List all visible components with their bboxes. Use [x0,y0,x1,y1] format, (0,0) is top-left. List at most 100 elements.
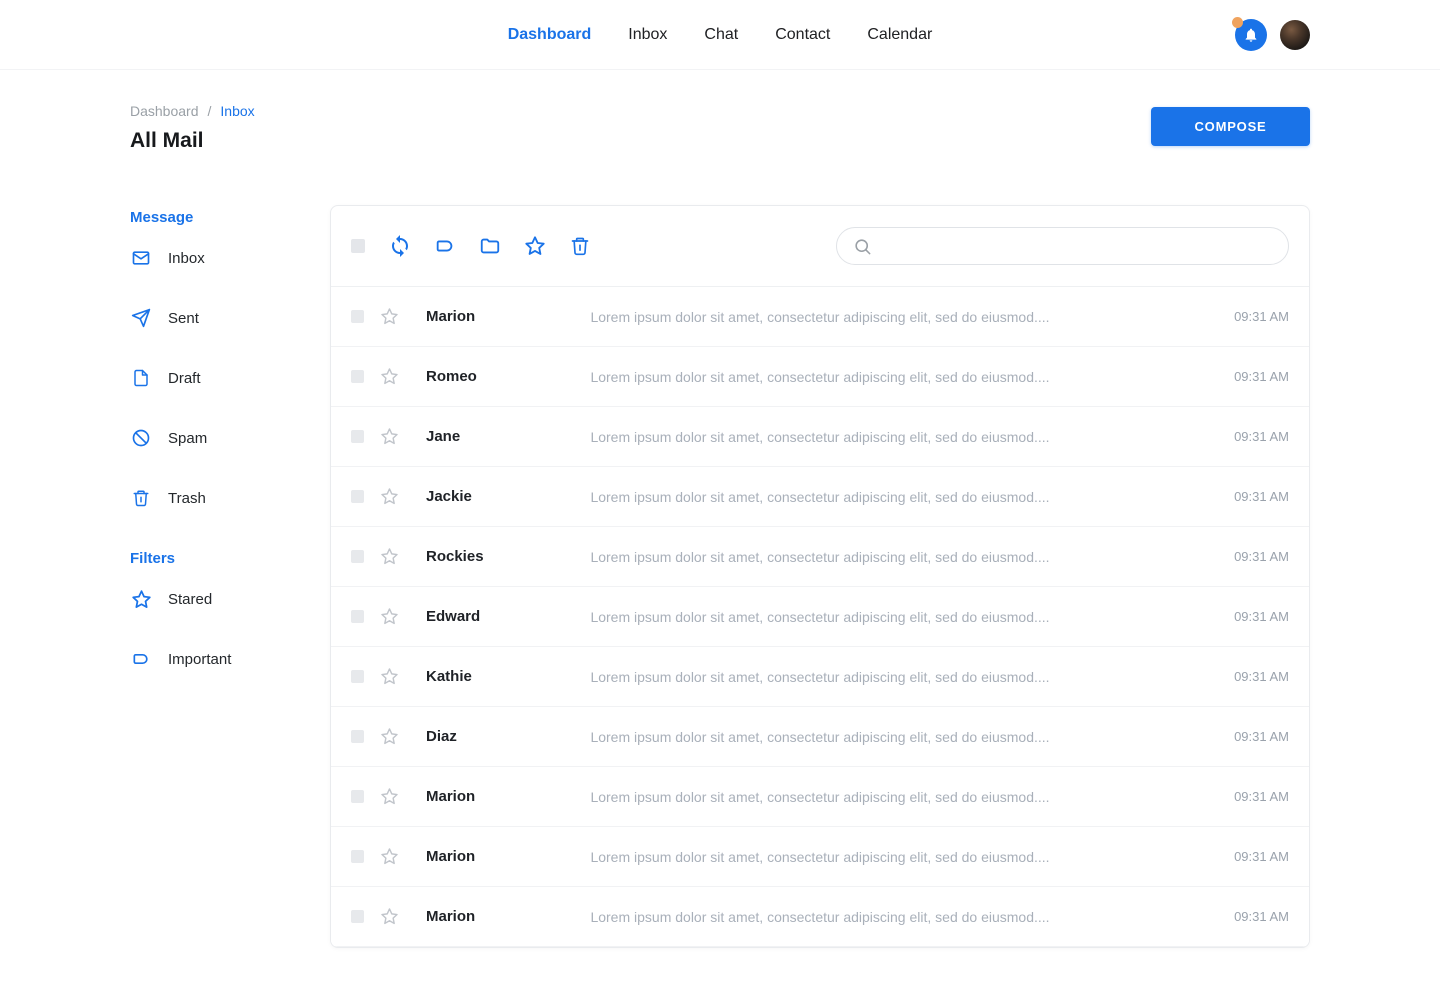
star-icon[interactable] [379,487,399,507]
mail-row[interactable]: Rockies Lorem ipsum dolor sit amet, cons… [331,527,1309,587]
search-input[interactable] [882,238,1272,254]
star-icon[interactable] [379,607,399,627]
mail-sender: Marion [426,908,576,925]
sidebar-section-message: Message [130,207,330,228]
row-checkbox[interactable] [351,730,364,743]
sidebar-item-inbox[interactable]: Inbox [130,228,330,288]
nav-contact[interactable]: Contact [775,26,830,44]
paper-plane-icon [130,307,152,329]
search-box[interactable] [836,227,1289,265]
row-checkbox[interactable] [351,610,364,623]
select-all-checkbox[interactable] [351,239,365,253]
star-icon[interactable] [379,907,399,927]
mail-time: 09:31 AM [1234,309,1289,324]
sidebar-item-spam[interactable]: Spam [130,408,330,468]
mail-preview: Lorem ipsum dolor sit amet, consectetur … [590,309,1049,325]
user-avatar[interactable] [1280,20,1310,50]
mail-row[interactable]: Jackie Lorem ipsum dolor sit amet, conse… [331,467,1309,527]
notifications-button[interactable] [1235,19,1267,51]
mail-time: 09:31 AM [1234,789,1289,804]
mail-panel: Marion Lorem ipsum dolor sit amet, conse… [330,205,1310,948]
breadcrumb-separator: / [208,103,212,119]
mail-row[interactable]: Marion Lorem ipsum dolor sit amet, conse… [331,827,1309,887]
document-icon [130,367,152,389]
star-icon[interactable] [379,307,399,327]
sidebar-item-draft[interactable]: Draft [130,348,330,408]
breadcrumb-inbox[interactable]: Inbox [220,103,254,119]
breadcrumb-dashboard[interactable]: Dashboard [130,103,199,119]
sidebar: Message Inbox Sent [130,205,330,689]
mail-time: 09:31 AM [1234,609,1289,624]
mail-preview: Lorem ipsum dolor sit amet, consectetur … [590,669,1049,685]
label-icon [434,235,456,257]
sidebar-item-trash[interactable]: Trash [130,468,330,528]
app-bar: Dashboard Inbox Chat Contact Calendar [0,0,1440,70]
mail-time: 09:31 AM [1234,429,1289,444]
mail-row[interactable]: Marion Lorem ipsum dolor sit amet, conse… [331,767,1309,827]
star-button[interactable] [523,234,547,258]
move-to-folder-button[interactable] [478,234,502,258]
row-checkbox[interactable] [351,850,364,863]
mail-preview: Lorem ipsum dolor sit amet, consectetur … [590,849,1049,865]
row-checkbox[interactable] [351,550,364,563]
mail-time: 09:31 AM [1234,549,1289,564]
mail-row[interactable]: Edward Lorem ipsum dolor sit amet, conse… [331,587,1309,647]
row-checkbox[interactable] [351,910,364,923]
row-checkbox[interactable] [351,490,364,503]
mail-preview: Lorem ipsum dolor sit amet, consectetur … [590,909,1049,925]
sidebar-item-label: Inbox [168,250,205,267]
breadcrumb: Dashboard / Inbox [130,103,255,119]
sidebar-item-sent[interactable]: Sent [130,288,330,348]
main-nav: Dashboard Inbox Chat Contact Calendar [508,26,933,44]
label-icon [130,648,152,670]
star-icon[interactable] [379,367,399,387]
mail-row[interactable]: Marion Lorem ipsum dolor sit amet, conse… [331,287,1309,347]
star-icon[interactable] [379,847,399,867]
mail-time: 09:31 AM [1234,669,1289,684]
search-icon [853,237,872,256]
star-icon[interactable] [379,727,399,747]
label-button[interactable] [433,234,457,258]
mail-row[interactable]: Marion Lorem ipsum dolor sit amet, conse… [331,887,1309,947]
mail-sender: Edward [426,608,576,625]
trash-icon [130,487,152,509]
row-checkbox[interactable] [351,430,364,443]
refresh-button[interactable] [388,234,412,258]
compose-button[interactable]: COMPOSE [1151,107,1310,146]
mail-row[interactable]: Diaz Lorem ipsum dolor sit amet, consect… [331,707,1309,767]
envelope-icon [130,247,152,269]
mail-sender: Jane [426,428,576,445]
mail-sender: Diaz [426,728,576,745]
nav-inbox[interactable]: Inbox [628,26,667,44]
mail-preview: Lorem ipsum dolor sit amet, consectetur … [590,729,1049,745]
row-checkbox[interactable] [351,670,364,683]
nav-calendar[interactable]: Calendar [867,26,932,44]
star-icon[interactable] [379,667,399,687]
mail-toolbar [331,206,1309,287]
mail-row[interactable]: Romeo Lorem ipsum dolor sit amet, consec… [331,347,1309,407]
star-icon[interactable] [379,427,399,447]
mail-row[interactable]: Kathie Lorem ipsum dolor sit amet, conse… [331,647,1309,707]
refresh-icon [388,234,412,258]
sidebar-item-important[interactable]: Important [130,629,330,689]
mail-row[interactable]: Jane Lorem ipsum dolor sit amet, consect… [331,407,1309,467]
sidebar-item-label: Trash [168,490,206,507]
star-icon[interactable] [379,787,399,807]
mail-preview: Lorem ipsum dolor sit amet, consectetur … [590,789,1049,805]
sidebar-item-label: Important [168,651,231,668]
sidebar-section-filters: Filters [130,548,330,569]
trash-icon [570,235,590,257]
notification-badge [1232,17,1243,28]
row-checkbox[interactable] [351,790,364,803]
mail-time: 09:31 AM [1234,909,1289,924]
mail-preview: Lorem ipsum dolor sit amet, consectetur … [590,369,1049,385]
nav-chat[interactable]: Chat [704,26,738,44]
nav-dashboard[interactable]: Dashboard [508,26,592,44]
delete-button[interactable] [568,234,592,258]
mail-sender: Marion [426,308,576,325]
row-checkbox[interactable] [351,310,364,323]
sidebar-item-stared[interactable]: Stared [130,569,330,629]
row-checkbox[interactable] [351,370,364,383]
star-icon[interactable] [379,547,399,567]
mail-preview: Lorem ipsum dolor sit amet, consectetur … [590,489,1049,505]
